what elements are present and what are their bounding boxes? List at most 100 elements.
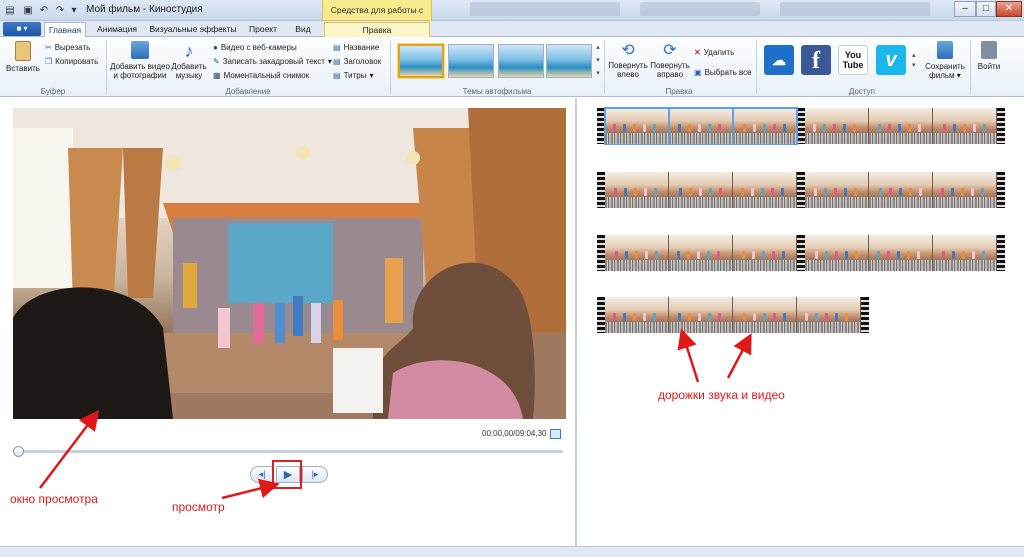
minimize-button[interactable]: –: [954, 1, 976, 17]
webcam-button[interactable]: ● Видео с веб-камеры: [213, 41, 297, 53]
scissors-icon: ✂: [45, 42, 52, 52]
redo-icon[interactable]: ↷: [54, 4, 66, 16]
clip-thumbnail[interactable]: [733, 297, 797, 333]
clip-figure: [815, 313, 818, 321]
title-button[interactable]: ▤ Название: [333, 41, 379, 53]
window-title: Мой фильм - Киностудия: [86, 4, 203, 15]
next-frame-button[interactable]: |▸: [302, 466, 328, 483]
theme-thumbnail[interactable]: [448, 44, 494, 78]
clip-thumbnail[interactable]: [605, 297, 669, 333]
clip-figure: [678, 124, 681, 132]
clip-thumbnail[interactable]: [805, 235, 869, 271]
tab-project[interactable]: Проект: [242, 22, 284, 37]
clip-thumbnail[interactable]: [605, 235, 669, 271]
video-frame-image: [13, 108, 566, 419]
youtube-icon[interactable]: You Tube: [838, 45, 868, 75]
clip-figure: [688, 124, 691, 132]
tab-home[interactable]: Главная: [44, 22, 86, 37]
onedrive-icon[interactable]: ☁: [764, 45, 794, 75]
clip-thumbnail[interactable]: [805, 108, 869, 144]
voiceover-button[interactable]: ✎ Записать закадровый текст ▾: [213, 55, 332, 67]
clip-figure: [907, 251, 910, 259]
clip-thumbnail[interactable]: [669, 297, 733, 333]
previous-frame-icon: ◂|: [258, 469, 266, 479]
clip-thumbnail[interactable]: [869, 108, 933, 144]
close-button[interactable]: ✕: [996, 1, 1022, 17]
clip-thumbnail[interactable]: [933, 172, 997, 208]
paste-button[interactable]: Вставить: [6, 41, 40, 73]
copy-label: Копировать: [55, 56, 99, 66]
facebook-icon[interactable]: f: [801, 45, 831, 75]
group-label-clipboard: Буфер: [40, 87, 66, 96]
theme-gallery-scroll[interactable]: ▴ ▾ ▾: [594, 41, 602, 83]
tab-animation[interactable]: Анимация: [90, 22, 144, 37]
clip-figure: [761, 188, 764, 196]
save-icon[interactable]: ▣: [22, 4, 34, 16]
clip-thumbnail[interactable]: [869, 172, 933, 208]
clip-thumbnail[interactable]: [797, 297, 861, 333]
clip-thumbnail[interactable]: [604, 107, 670, 145]
theme-thumbnail[interactable]: [498, 44, 544, 78]
clip-figure: [972, 251, 975, 259]
undo-icon[interactable]: ↶: [38, 4, 50, 16]
clip-figure: [679, 188, 682, 196]
clip-thumbnail[interactable]: [933, 235, 997, 271]
title-bar: ▤ ▣ ↶ ↷ ▾ Мой фильм - Киностудия Средств…: [0, 0, 1024, 35]
clip-figure: [825, 313, 828, 321]
caption-button[interactable]: ▤ Заголовок: [333, 55, 381, 67]
app-menu-icon[interactable]: ▤: [4, 4, 16, 16]
clip-thumbnail[interactable]: [869, 235, 933, 271]
add-music-button[interactable]: ♪ Добавить музыку: [170, 41, 208, 80]
clip-thumbnail[interactable]: [605, 172, 669, 208]
clip-figure: [644, 188, 647, 196]
clip-figure: [919, 188, 922, 196]
rotate-left-icon: ⟲: [621, 42, 635, 59]
select-all-button[interactable]: ▣ Выбрать все: [694, 66, 752, 78]
cut-button[interactable]: ✂ Вырезать: [45, 41, 90, 53]
tab-visual-effects[interactable]: Визуальные эффекты: [148, 22, 238, 37]
clip-figure: [855, 251, 858, 259]
clip-thumbnail[interactable]: [733, 235, 797, 271]
video-preview[interactable]: [13, 108, 566, 419]
clip-thumbnail[interactable]: [668, 107, 734, 145]
delete-button[interactable]: ✕ Удалить: [694, 46, 734, 58]
maximize-button[interactable]: □: [976, 1, 996, 17]
rotate-left-button[interactable]: ⟲ Повернуть влево: [608, 41, 648, 79]
theme-thumbnail[interactable]: [398, 44, 444, 78]
clip-thumbnail[interactable]: [669, 172, 733, 208]
storyboard-row: [597, 235, 1005, 271]
clip-figure: [635, 251, 638, 259]
clip-figure: [699, 188, 702, 196]
snapshot-button[interactable]: ▦ Моментальный снимок: [213, 69, 309, 81]
snapshot-icon: ▦: [213, 70, 221, 80]
clip-thumbnail[interactable]: [733, 172, 797, 208]
share-gallery-scroll[interactable]: ▴ ▾: [912, 51, 916, 71]
fullscreen-icon[interactable]: [550, 429, 561, 439]
credits-button[interactable]: ▤ Титры ▾: [333, 69, 373, 81]
seek-bar[interactable]: [18, 450, 563, 453]
vimeo-icon[interactable]: v: [876, 45, 906, 75]
film-sprocket: [597, 297, 605, 333]
clip-thumbnail[interactable]: [805, 172, 869, 208]
theme-thumbnail[interactable]: [546, 44, 592, 78]
previous-frame-button[interactable]: ◂|: [250, 466, 274, 483]
clip-thumbnail[interactable]: [933, 108, 997, 144]
clip-thumbnail[interactable]: [732, 107, 798, 145]
clip-figure: [897, 251, 900, 259]
clip-figure: [971, 188, 974, 196]
seek-handle[interactable]: [13, 446, 24, 457]
add-video-button[interactable]: Добавить видео и фотографии: [110, 41, 170, 80]
sign-in-button[interactable]: Войти: [974, 41, 1004, 71]
customize-quick-access-icon[interactable]: ▾: [68, 4, 80, 16]
clip-thumbnail[interactable]: [669, 235, 733, 271]
tab-view[interactable]: Вид: [288, 22, 318, 37]
copy-button[interactable]: ❐ Копировать: [45, 55, 98, 67]
tab-edit[interactable]: Правка: [324, 22, 430, 37]
facebook-label: f: [812, 48, 820, 74]
clip-figure: [633, 313, 636, 321]
clip-figure: [952, 251, 955, 259]
file-menu-button[interactable]: ■ ▾: [3, 22, 41, 36]
clip-figure: [763, 124, 766, 132]
save-movie-button[interactable]: Сохранить фильм ▾: [922, 41, 968, 80]
rotate-right-button[interactable]: ⟳ Повернуть вправо: [648, 41, 692, 79]
